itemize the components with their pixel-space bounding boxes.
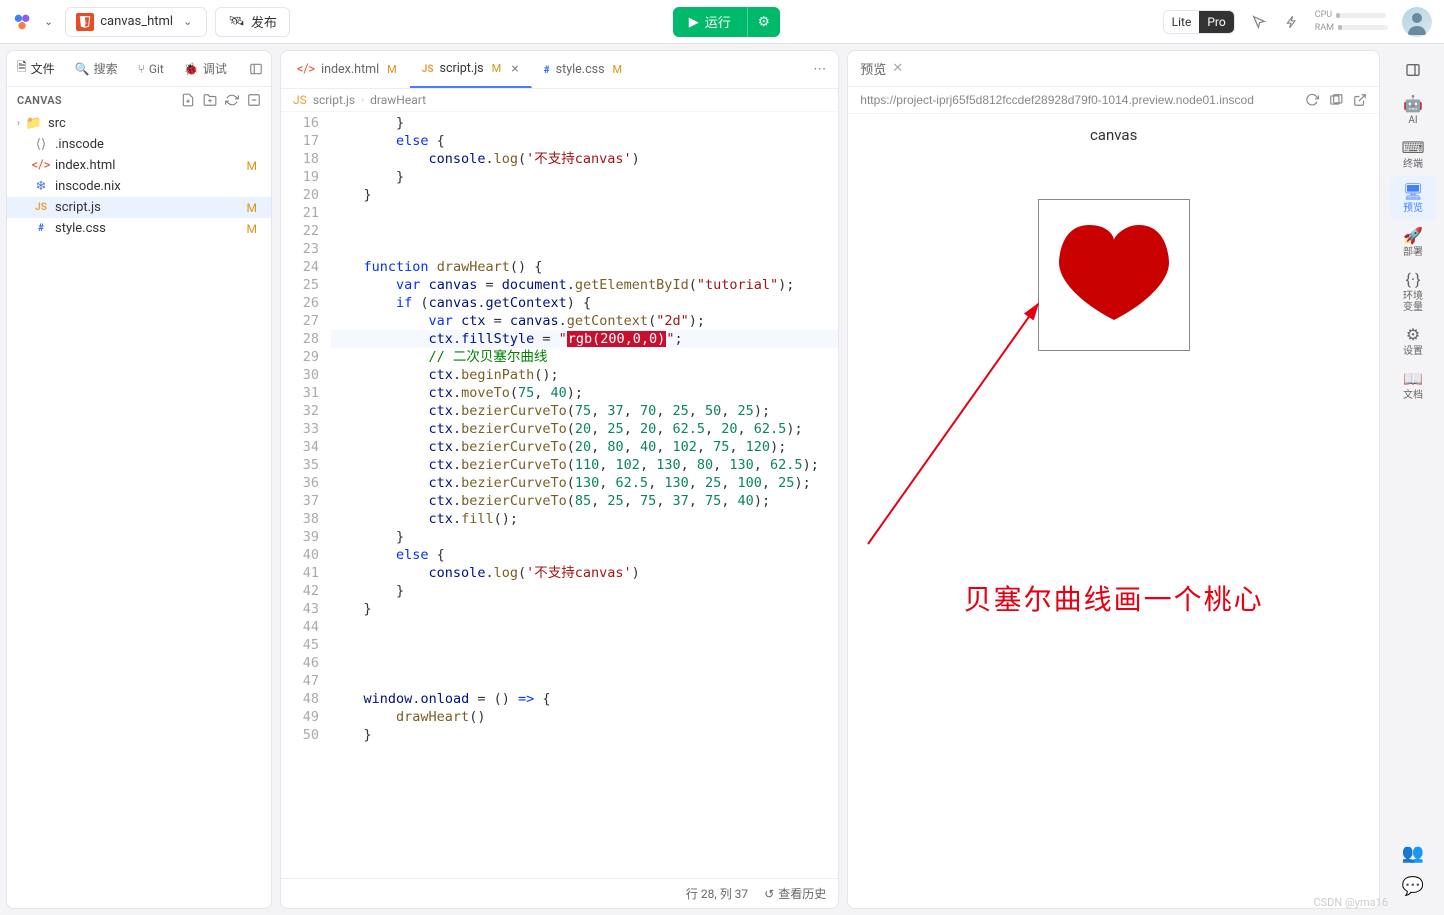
sidebar-tab-debug[interactable]: 🐞调试 <box>174 51 237 86</box>
project-label: CANVAS <box>17 94 62 107</box>
chat-icon[interactable]: 💬 <box>1402 876 1424 897</box>
app-logo[interactable] <box>12 11 34 33</box>
editor-tab-script-js[interactable]: JSscript.jsM× <box>410 51 532 88</box>
gear-icon: ⚙ <box>758 14 770 30</box>
breadcrumb[interactable]: JS script.js › drawHeart <box>281 89 838 112</box>
canvas-title: canvas <box>848 114 1379 144</box>
tree-item--inscode[interactable]: ⟨⟩.inscode <box>7 134 271 155</box>
rail-item-settings[interactable]: ⚙设置 <box>1390 319 1436 363</box>
preview-title: 预览 <box>860 59 886 78</box>
lite-label: Lite <box>1164 11 1200 33</box>
tree-item-style-css[interactable]: #style.cssM <box>7 218 271 239</box>
tree-item-src[interactable]: ›📁src <box>7 113 271 134</box>
project-dropdown-icon[interactable]: ⌄ <box>40 11 57 32</box>
new-file-icon[interactable] <box>181 93 195 107</box>
annotation-arrow <box>858 294 1078 554</box>
rail-item-deploy[interactable]: 🚀部署 <box>1390 220 1436 264</box>
debug-icon: 🐞 <box>184 62 199 76</box>
history-button[interactable]: ↺查看历史 <box>764 885 826 902</box>
close-icon[interactable]: × <box>511 61 518 77</box>
refresh-icon[interactable] <box>225 93 239 107</box>
sidebar-tab-git[interactable]: ⑂Git <box>128 51 174 86</box>
monitor-icon: 🖥 <box>1403 182 1423 201</box>
nix-icon: ❄ <box>33 179 49 194</box>
html-icon: </> <box>33 158 49 173</box>
new-folder-icon[interactable] <box>203 93 217 107</box>
search-icon: 🔍 <box>75 62 90 76</box>
html-icon: 5 <box>76 13 94 31</box>
run-settings-button[interactable]: ⚙ <box>747 7 780 37</box>
breadcrumb-symbol: drawHeart <box>370 93 426 107</box>
rail-item-preview[interactable]: 🖥预览 <box>1390 176 1436 220</box>
play-icon: ▶ <box>689 14 699 30</box>
rocket-icon: 🚀 <box>1403 226 1423 245</box>
right-rail: 🤖AI⌨终端🖥预览🚀部署{·}环境 变量⚙设置📖文档 👥 💬 <box>1388 50 1438 909</box>
css-icon: # <box>544 62 550 77</box>
chevron-right-icon: › <box>361 95 364 106</box>
external-link-icon[interactable] <box>1353 93 1367 107</box>
editor-panel: </>index.htmlMJSscript.jsM×#style.cssM⋯ … <box>280 50 839 909</box>
breadcrumb-file: script.js <box>313 93 355 107</box>
tree-item-script-js[interactable]: JSscript.jsM <box>7 197 271 218</box>
sidebar-tab-files[interactable]: 🗎文件 <box>7 51 65 86</box>
rail-item-terminal[interactable]: ⌨终端 <box>1390 132 1436 176</box>
more-icon[interactable]: ⋯ <box>803 62 838 77</box>
editor-tabs: </>index.htmlMJSscript.jsM×#style.cssM ⋯ <box>281 51 838 89</box>
js-icon: JS <box>293 93 307 107</box>
html-icon: </> <box>297 62 315 77</box>
rail-layout-icon[interactable] <box>1390 54 1436 86</box>
braces-icon: {·} <box>1405 270 1420 289</box>
reload-icon[interactable] <box>1305 93 1319 107</box>
file-icon: 🗎 <box>17 58 27 79</box>
annotation-text: 贝塞尔曲线画一个桃心 <box>848 578 1379 618</box>
pro-label: Pro <box>1199 11 1233 33</box>
cursor-position[interactable]: 行 28, 列 37 <box>686 885 748 902</box>
panel-toggle-icon[interactable] <box>241 51 271 86</box>
terminal-icon: ⌨ <box>1401 138 1424 157</box>
preview-panel: 预览 ✕ canvas 贝塞尔曲线画一个桃心 <box>847 50 1380 909</box>
css-icon: # <box>33 223 49 234</box>
code-area[interactable]: 1617181920212223242526272829303132333435… <box>281 112 838 878</box>
rail-item-env[interactable]: {·}环境 变量 <box>1390 264 1436 319</box>
new-window-icon[interactable] <box>1329 93 1343 107</box>
history-icon: ↺ <box>764 887 774 901</box>
topbar: ⌄ 5 canvas_html ⌄ 🛰 发布 ▶ 运行 ⚙ Lite Pro C… <box>0 0 1444 44</box>
git-icon: ⑂ <box>138 62 145 76</box>
gear-icon: ⚙ <box>1406 325 1420 344</box>
rocket-icon: 🛰 <box>228 14 245 29</box>
project-name: canvas_html <box>100 14 173 29</box>
resource-meter: CPU RAM <box>1315 10 1388 34</box>
lightning-icon[interactable] <box>1283 12 1301 32</box>
publish-label: 发布 <box>251 12 277 31</box>
plan-toggle[interactable]: Lite Pro <box>1163 10 1235 34</box>
tree-item-index-html[interactable]: </>index.htmlM <box>7 155 271 176</box>
run-label: 运行 <box>705 12 731 31</box>
chevron-down-icon: ⌄ <box>179 11 196 32</box>
editor-statusbar: 行 28, 列 37 ↺查看历史 <box>281 878 838 908</box>
folder-icon: 📁 <box>26 116 42 131</box>
editor-tab-index-html[interactable]: </>index.htmlM <box>285 51 410 88</box>
rail-item-ai[interactable]: 🤖AI <box>1390 88 1436 132</box>
book-icon: 📖 <box>1403 369 1423 388</box>
rail-item-docs[interactable]: 📖文档 <box>1390 363 1436 407</box>
collapse-icon[interactable] <box>247 93 261 107</box>
gear-file-icon: ⟨⟩ <box>33 137 49 152</box>
watermark: CSDN @yma16 <box>1313 896 1388 909</box>
sidebar-panel: 🗎文件 🔍搜索 ⑂Git 🐞调试 CANVAS ›📁src⟨⟩.inscode<… <box>6 50 272 909</box>
editor-tab-style-css[interactable]: #style.cssM <box>532 51 635 88</box>
publish-button[interactable]: 🛰 发布 <box>215 7 290 37</box>
people-icon[interactable]: 👥 <box>1402 843 1424 864</box>
preview-url-input[interactable] <box>860 93 1295 107</box>
file-tree: ›📁src⟨⟩.inscode</>index.htmlM❄inscode.ni… <box>7 113 271 239</box>
sidebar-tab-search[interactable]: 🔍搜索 <box>65 51 128 86</box>
run-button[interactable]: ▶ 运行 <box>673 7 747 37</box>
js-icon: JS <box>422 61 434 76</box>
avatar[interactable] <box>1402 7 1432 37</box>
close-icon[interactable]: ✕ <box>892 61 903 76</box>
js-icon: JS <box>33 202 49 213</box>
tree-item-inscode-nix[interactable]: ❄inscode.nix <box>7 176 271 197</box>
project-selector[interactable]: 5 canvas_html ⌄ <box>65 7 207 37</box>
cursor-icon[interactable] <box>1249 12 1269 32</box>
robot-icon: 🤖 <box>1403 94 1423 113</box>
